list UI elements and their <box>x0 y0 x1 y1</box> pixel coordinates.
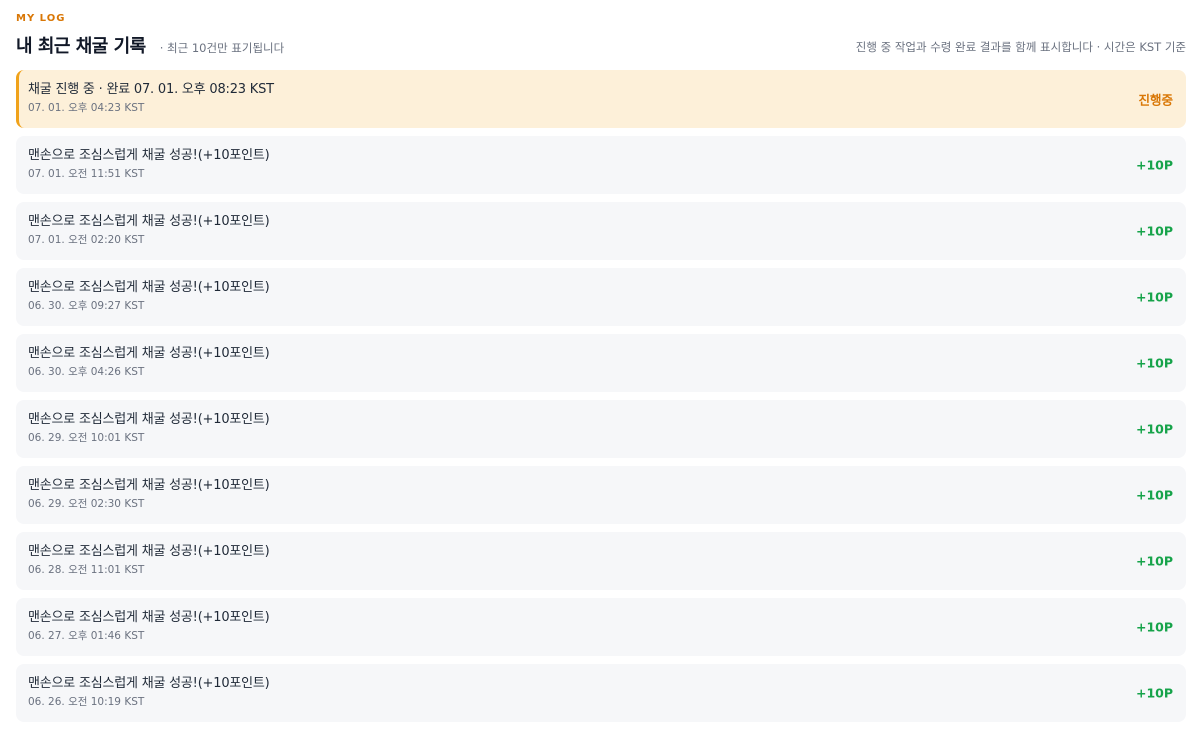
log-item-message: 맨손으로 조심스럽게 채굴 성공!(+10포인트) <box>28 544 270 559</box>
points-badge: +10P <box>1135 421 1173 437</box>
log-item-message: 맨손으로 조심스럽게 채굴 성공!(+10포인트) <box>28 280 270 295</box>
log-header-left: 내 최근 채굴 기록 · 최근 10건만 표기됩니다 <box>16 32 284 58</box>
points-badge: +10P <box>1135 289 1173 305</box>
log-item: 맨손으로 조심스럽게 채굴 성공!(+10포인트) 06. 30. 오후 09:… <box>16 268 1186 326</box>
log-item: 맨손으로 조심스럽게 채굴 성공!(+10포인트) 06. 28. 오전 11:… <box>16 532 1186 590</box>
log-item: 맨손으로 조심스럽게 채굴 성공!(+10포인트) 07. 01. 오전 02:… <box>16 202 1186 260</box>
log-item-time: 06. 26. 오전 10:19 KST <box>28 696 145 708</box>
log-header: 내 최근 채굴 기록 · 최근 10건만 표기됩니다 진행 중 작업과 수령 완… <box>16 30 1186 58</box>
log-item: 맨손으로 조심스럽게 채굴 성공!(+10포인트) 06. 29. 오전 10:… <box>16 400 1186 458</box>
points-badge: +10P <box>1135 355 1173 371</box>
log-item-message: 맨손으로 조심스럽게 채굴 성공!(+10포인트) <box>28 676 270 691</box>
log-item-time: 06. 30. 오후 04:26 KST <box>28 366 145 378</box>
log-item: 맨손으로 조심스럽게 채굴 성공!(+10포인트) 06. 26. 오전 10:… <box>16 664 1186 722</box>
points-badge: +10P <box>1135 487 1173 503</box>
log-item-time: 06. 30. 오후 09:27 KST <box>28 300 145 312</box>
log-item: 맨손으로 조심스럽게 채굴 성공!(+10포인트) 06. 30. 오후 04:… <box>16 334 1186 392</box>
log-item-pending: 채굴 진행 중 · 완료 07. 01. 오후 08:23 KST 07. 01… <box>16 70 1186 128</box>
log-item-message: 맨손으로 조심스럽게 채굴 성공!(+10포인트) <box>28 478 270 493</box>
page-subtitle: · 최근 10건만 표기됩니다 <box>159 41 285 55</box>
log-item-time: 06. 27. 오후 01:46 KST <box>28 630 145 642</box>
status-badge: 진행중 <box>1138 92 1173 108</box>
log-item-time: 07. 01. 오전 02:20 KST <box>28 234 145 246</box>
log-item: 맨손으로 조심스럽게 채굴 성공!(+10포인트) 06. 27. 오후 01:… <box>16 598 1186 656</box>
points-badge: +10P <box>1135 553 1173 569</box>
log-item-message: 맨손으로 조심스럽게 채굴 성공!(+10포인트) <box>28 610 270 625</box>
log-item-time: 07. 01. 오후 04:23 KST <box>28 102 145 114</box>
points-badge: +10P <box>1135 157 1173 173</box>
log-item-time: 06. 29. 오전 10:01 KST <box>28 432 145 444</box>
log-item-time: 06. 29. 오전 02:30 KST <box>28 498 145 510</box>
log-item: 맨손으로 조심스럽게 채굴 성공!(+10포인트) 06. 29. 오전 02:… <box>16 466 1186 524</box>
log-item: 맨손으로 조심스럽게 채굴 성공!(+10포인트) 07. 01. 오전 11:… <box>16 136 1186 194</box>
log-item-message: 맨손으로 조심스럽게 채굴 성공!(+10포인트) <box>28 412 270 427</box>
log-item-time: 07. 01. 오전 11:51 KST <box>28 168 145 180</box>
mining-log-panel: MY LOG 내 최근 채굴 기록 · 최근 10건만 표기됩니다 진행 중 작… <box>0 0 1195 733</box>
section-eyebrow: MY LOG <box>16 13 66 24</box>
points-badge: +10P <box>1135 685 1173 701</box>
log-item-message: 맨손으로 조심스럽게 채굴 성공!(+10포인트) <box>28 214 270 229</box>
log-note: 진행 중 작업과 수령 완료 결과를 함께 표시합니다 · 시간은 KST 기준 <box>855 40 1186 54</box>
points-badge: +10P <box>1135 223 1173 239</box>
page-title: 내 최근 채굴 기록 <box>16 36 146 57</box>
log-item-time: 06. 28. 오전 11:01 KST <box>28 564 145 576</box>
log-item-message: 맨손으로 조심스럽게 채굴 성공!(+10포인트) <box>28 148 270 163</box>
points-badge: +10P <box>1135 619 1173 635</box>
log-item-message: 채굴 진행 중 · 완료 07. 01. 오후 08:23 KST <box>28 82 274 97</box>
mining-log-list: 채굴 진행 중 · 완료 07. 01. 오후 08:23 KST 07. 01… <box>16 70 1186 722</box>
log-item-message: 맨손으로 조심스럽게 채굴 성공!(+10포인트) <box>28 346 270 361</box>
